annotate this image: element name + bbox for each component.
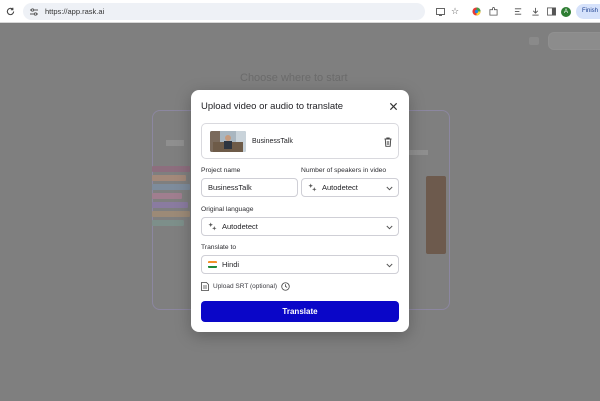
project-name-input[interactable] xyxy=(208,183,297,192)
chevron-down-icon xyxy=(385,261,393,269)
original-language-value: Autodetect xyxy=(222,222,258,231)
background-button xyxy=(529,37,539,45)
background-image xyxy=(426,176,446,254)
file-name: BusinessTalk xyxy=(252,138,293,145)
autodetect-icon xyxy=(208,222,217,231)
profile-avatar[interactable]: A xyxy=(561,6,571,17)
speakers-select[interactable]: Autodetect xyxy=(301,178,399,197)
translate-button[interactable]: Translate xyxy=(201,301,399,322)
background-text xyxy=(408,150,428,155)
side-panel-icon[interactable] xyxy=(545,6,557,18)
original-language-select[interactable]: Autodetect xyxy=(201,217,399,236)
trash-icon[interactable] xyxy=(382,136,393,148)
info-icon[interactable] xyxy=(281,282,290,291)
download-icon[interactable] xyxy=(529,6,541,18)
upload-modal: Upload video or audio to translate Busin… xyxy=(191,90,409,332)
bookmark-star-icon[interactable]: ☆ xyxy=(449,6,461,18)
cast-icon[interactable] xyxy=(434,6,446,18)
finish-setup-button[interactable]: Finish u xyxy=(576,4,600,19)
background-preview xyxy=(152,166,192,236)
extensions-puzzle-icon[interactable] xyxy=(487,6,499,18)
document-icon xyxy=(201,282,209,291)
translate-to-value: Hindi xyxy=(222,260,240,269)
address-bar[interactable]: https://app.rask.ai xyxy=(23,3,425,20)
chevron-down-icon xyxy=(385,184,393,192)
project-name-field[interactable] xyxy=(201,178,298,197)
extension-colorful-icon[interactable] xyxy=(470,6,482,18)
site-settings-icon[interactable] xyxy=(29,7,39,17)
project-name-label: Project name xyxy=(201,167,241,174)
chevron-down-icon xyxy=(385,223,393,231)
modal-title: Upload video or audio to translate xyxy=(201,101,344,112)
background-button xyxy=(548,32,600,50)
tab-search-icon[interactable] xyxy=(512,6,524,18)
url-text: https://app.rask.ai xyxy=(45,7,105,16)
speakers-label: Number of speakers in video xyxy=(301,167,387,174)
close-icon[interactable] xyxy=(388,101,399,112)
upload-srt-option[interactable]: Upload SRT (optional) xyxy=(201,282,290,291)
upload-srt-label: Upload SRT (optional) xyxy=(213,283,278,290)
translate-to-label: Translate to xyxy=(201,244,237,251)
india-flag-icon xyxy=(208,261,217,268)
browser-toolbar: https://app.rask.ai ☆ A Finish u xyxy=(0,0,600,23)
autodetect-icon xyxy=(308,183,317,192)
speakers-value: Autodetect xyxy=(322,183,358,192)
uploaded-file-card: BusinessTalk xyxy=(201,123,399,159)
original-language-label: Original language xyxy=(201,206,254,213)
translate-to-select[interactable]: Hindi xyxy=(201,255,399,274)
video-thumbnail xyxy=(210,131,246,152)
background-heading: Choose where to start xyxy=(240,72,348,84)
reload-icon[interactable] xyxy=(0,0,20,23)
background-text xyxy=(166,140,184,146)
